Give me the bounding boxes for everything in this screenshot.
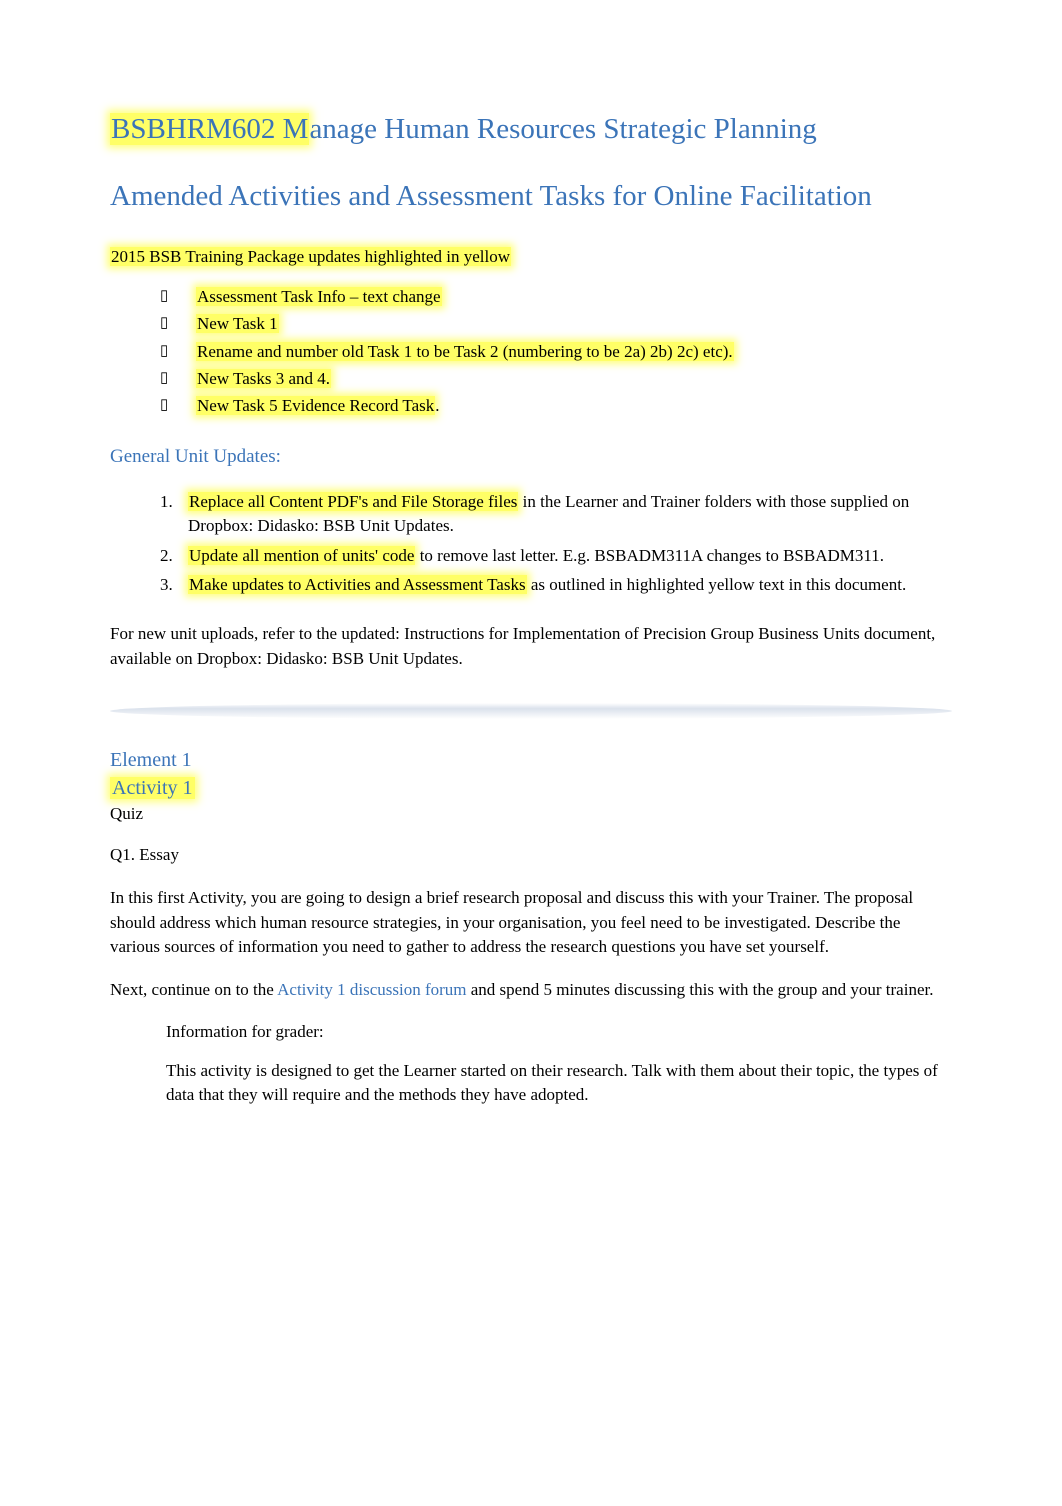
section-divider [110, 703, 952, 719]
list-item: Assessment Task Info – text change [160, 286, 952, 308]
q1-label: Q1. Essay [110, 843, 952, 868]
post-updates-paragraph: For new unit uploads, refer to the updat… [110, 622, 952, 671]
quiz-label: Quiz [110, 803, 952, 825]
list-item: Rename and number old Task 1 to be Task … [160, 341, 952, 363]
unit-title: BSBHRM602 Manage Human Resources Strateg… [110, 110, 952, 149]
list-item: Replace all Content PDF's and File Stora… [160, 490, 952, 539]
general-updates-heading: General Unit Updates: [110, 445, 952, 470]
update-bullet-list: Assessment Task Info – text change New T… [160, 286, 952, 416]
intro-highlight-text: 2015 BSB Training Package updates highli… [110, 247, 511, 266]
activity-para-2: Next, continue on to the Activity 1 disc… [110, 978, 952, 1003]
intro-highlight-line: 2015 BSB Training Package updates highli… [110, 246, 952, 268]
list-item: New Task 1 [160, 313, 952, 335]
list-item: Update all mention of units' code to rem… [160, 544, 952, 569]
activity-discussion-link[interactable]: Activity 1 discussion forum [277, 980, 466, 999]
list-item: Make updates to Activities and Assessmen… [160, 573, 952, 598]
unit-code-hl: BSBHRM602 M [110, 113, 309, 145]
activity-heading: Activity 1 [110, 775, 952, 801]
element-heading: Element 1 [110, 747, 952, 773]
unit-title-rest: anage Human Resources Strategic Planning [309, 113, 816, 145]
list-item: New Tasks 3 and 4. [160, 368, 952, 390]
grader-body: This activity is designed to get the Lea… [166, 1059, 952, 1108]
list-item: New Task 5 Evidence Record Task. [160, 395, 952, 417]
grader-heading: Information for grader: [166, 1021, 952, 1043]
activity-para-1: In this first Activity, you are going to… [110, 886, 952, 960]
subtitle: Amended Activities and Assessment Tasks … [110, 177, 952, 216]
general-updates-list: Replace all Content PDF's and File Stora… [160, 490, 952, 599]
